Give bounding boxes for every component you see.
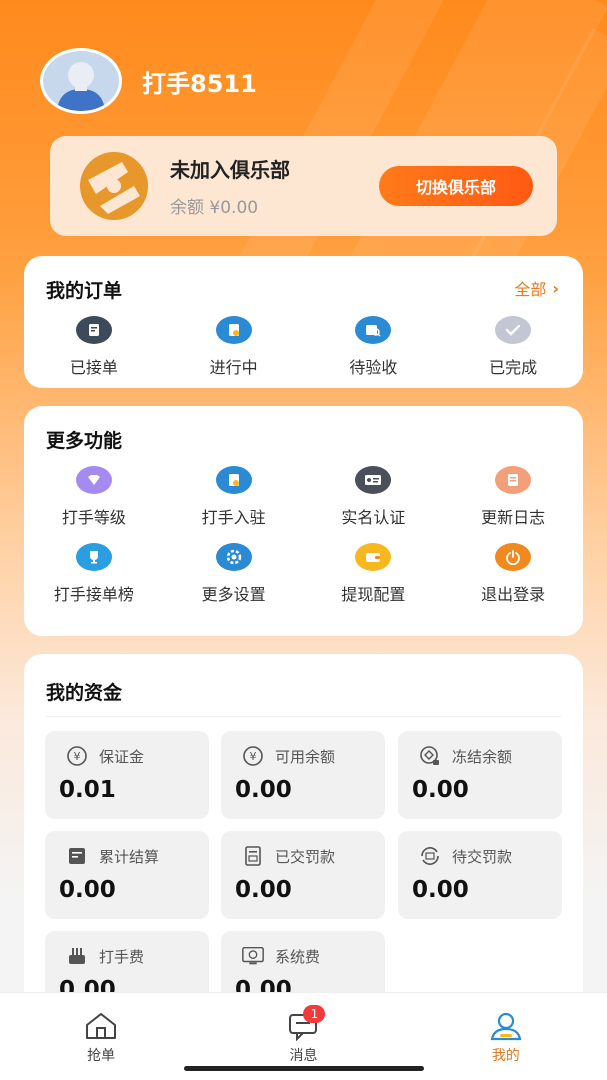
trophy-icon	[75, 543, 112, 571]
home-icon	[86, 1013, 117, 1039]
balance-icon: ¥	[241, 745, 265, 767]
fund-available-value: 0.00	[235, 777, 292, 803]
feature-real-name[interactable]: 实名认证	[304, 466, 444, 528]
balance-label: 余额	[170, 198, 204, 218]
home-indicator	[184, 1066, 424, 1071]
feature-real-name-label: 实名认证	[341, 508, 406, 527]
id-card-icon	[355, 466, 392, 494]
avatar[interactable]	[40, 48, 122, 114]
paid-fine-icon	[241, 845, 265, 867]
order-pending-check-label: 待验收	[349, 358, 398, 377]
order-received[interactable]: 已接单	[24, 316, 164, 378]
fund-available-label: 可用余额	[275, 747, 336, 766]
fund-player-fee-label: 打手费	[99, 947, 145, 966]
frozen-icon	[418, 745, 442, 767]
order-in-progress-label: 进行中	[209, 358, 258, 377]
order-received-label: 已接单	[69, 358, 118, 377]
logout-icon	[495, 543, 532, 571]
fund-deposit-value: 0.01	[59, 777, 116, 803]
fund-pending-fine-label: 待交罚款	[452, 847, 513, 866]
all-orders-link[interactable]: 全部 ›	[514, 276, 559, 300]
fund-deposit-label: 保证金	[99, 747, 145, 766]
settings-icon	[215, 543, 252, 571]
club-status: 未加入俱乐部	[170, 158, 290, 182]
feature-logout-label: 退出登录	[481, 585, 546, 604]
feature-level[interactable]: 打手等级	[24, 466, 164, 528]
tab-grab-order-label: 抢单	[87, 1048, 116, 1064]
log-icon	[495, 466, 532, 494]
switch-club-button[interactable]: 切换俱乐部	[379, 166, 533, 206]
fund-settlement-value: 0.00	[59, 877, 116, 903]
tab-grab-order[interactable]: 抢单	[0, 993, 202, 1080]
system-fee-icon	[241, 945, 265, 967]
feature-settings-label: 更多设置	[201, 585, 266, 604]
tab-messages-label: 消息	[289, 1048, 318, 1064]
club-card: 未加入俱乐部 余额 ¥0.00 切换俱乐部	[50, 136, 557, 236]
orders-card: 我的订单 全部 › 已接单 进行中 待验收 已完成	[24, 256, 583, 388]
more-functions-card: 更多功能 打手等级 打手入驻 实名认证 更新日志 打手接单榜 更多设置 提现配置…	[24, 406, 583, 636]
user-icon	[490, 1012, 522, 1041]
feature-ranking-label: 打手接单榜	[53, 585, 134, 604]
order-in-progress[interactable]: 进行中	[164, 316, 304, 378]
balance-value: ¥0.00	[209, 198, 259, 218]
fund-pending-fine-value: 0.00	[412, 877, 469, 903]
feature-changelog[interactable]: 更新日志	[443, 466, 583, 528]
feature-settings[interactable]: 更多设置	[164, 543, 304, 605]
avatar-person-icon	[57, 62, 105, 111]
feature-ranking[interactable]: 打手接单榜	[24, 543, 164, 605]
svg-text:¥: ¥	[74, 750, 81, 763]
tab-mine-label: 我的	[491, 1048, 520, 1064]
orders-title: 我的订单	[46, 280, 123, 302]
fund-settlement-label: 累计结算	[99, 847, 160, 866]
tab-mine[interactable]: 我的	[405, 993, 607, 1080]
message-badge: 1	[303, 1005, 326, 1023]
feature-withdraw[interactable]: 提现配置	[304, 543, 444, 605]
all-orders-label: 全部	[514, 280, 547, 299]
fund-paid-fine-value: 0.00	[235, 877, 292, 903]
join-icon	[215, 466, 252, 494]
order-completed-label: 已完成	[489, 358, 538, 377]
fund-settlement[interactable]: 累计结算 0.00	[45, 831, 209, 919]
feature-withdraw-label: 提现配置	[341, 585, 406, 604]
feature-logout[interactable]: 退出登录	[443, 543, 583, 605]
pending-check-icon	[355, 316, 392, 344]
funds-divider	[46, 716, 561, 717]
club-logo-icon	[80, 152, 148, 220]
level-icon	[75, 466, 112, 494]
more-functions-title: 更多功能	[46, 430, 123, 452]
in-progress-icon	[215, 316, 252, 344]
fund-frozen-value: 0.00	[412, 777, 469, 803]
player-fee-icon	[65, 945, 89, 967]
pending-fine-icon	[418, 845, 442, 867]
fund-paid-fine[interactable]: 已交罚款 0.00	[221, 831, 385, 919]
fund-system-fee-label: 系统费	[275, 947, 321, 966]
fund-paid-fine-label: 已交罚款	[275, 847, 336, 866]
wallet-icon	[355, 543, 392, 571]
club-balance: 余额 ¥0.00	[170, 193, 290, 218]
deposit-icon: ¥	[65, 745, 89, 767]
settlement-icon	[65, 845, 89, 867]
chevron-right-icon: ›	[552, 278, 559, 298]
order-completed[interactable]: 已完成	[443, 316, 583, 378]
order-pending-check[interactable]: 待验收	[304, 316, 444, 378]
received-order-icon	[75, 316, 112, 344]
fund-deposit[interactable]: ¥ 保证金 0.01	[45, 731, 209, 819]
fund-available[interactable]: ¥ 可用余额 0.00	[221, 731, 385, 819]
feature-changelog-label: 更新日志	[481, 508, 546, 527]
fund-frozen[interactable]: 冻结余额 0.00	[398, 731, 562, 819]
funds-title: 我的资金	[46, 682, 123, 704]
fund-pending-fine[interactable]: 待交罚款 0.00	[398, 831, 562, 919]
feature-join[interactable]: 打手入驻	[164, 466, 304, 528]
check-icon	[495, 316, 532, 344]
username: 打手8511	[142, 69, 257, 98]
feature-level-label: 打手等级	[61, 508, 126, 527]
svg-text:¥: ¥	[250, 750, 257, 763]
profile-header: 打手8511	[40, 48, 257, 114]
feature-join-label: 打手入驻	[201, 508, 266, 527]
fund-frozen-label: 冻结余额	[452, 747, 513, 766]
